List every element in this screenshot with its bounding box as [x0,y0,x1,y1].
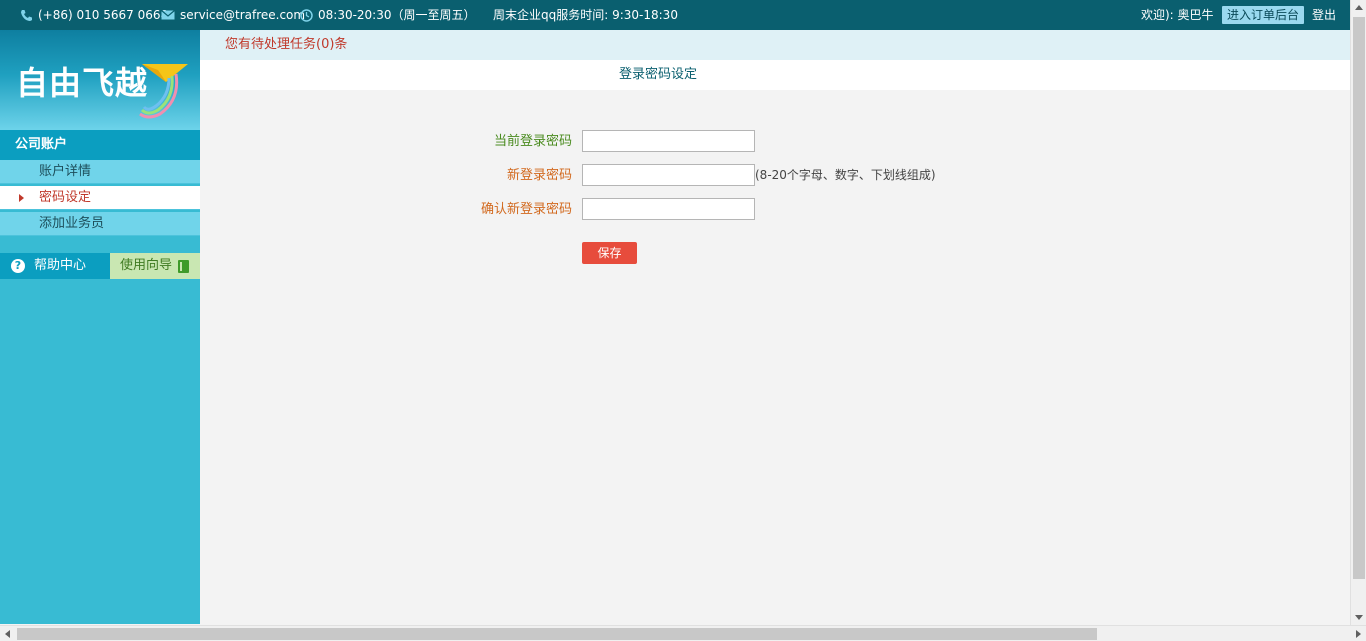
horizontal-scrollbar[interactable] [0,625,1366,641]
contact-email: service@trafree.com [161,0,305,30]
user-guide-link[interactable]: 使用向导 [110,253,200,279]
user-guide-label: 使用向导 [120,258,173,273]
pending-tasks-notice[interactable]: 您有待处理任务(0)条 [200,30,1350,60]
notice-text: 您有待处理任务(0)条 [225,37,348,52]
welcome-user: 欢迎): 奥巴牛 [1141,0,1214,30]
phone-icon [21,9,32,21]
logout-link[interactable]: 登出 [1312,0,1336,30]
kite-logo-icon [139,64,188,119]
logo-text: 自由飞越 [16,64,149,102]
sidebar-item-password-settings[interactable]: 密码设定 [0,186,200,210]
welcome-text: 欢迎): 奥巴牛 [1141,8,1214,22]
new-password-hint: (8-20个字母、数字、下划线组成) [755,168,936,182]
hours-text: 08:30-20:30（周一至周五） [318,8,476,22]
sidebar-item-label: 账户详情 [39,164,92,179]
weekend-text: 周末企业qq服务时间: 9:30-18:30 [493,8,678,22]
scroll-left-icon[interactable] [5,630,10,638]
horizontal-scroll-thumb[interactable] [17,628,1097,640]
sidebar-item-account-details[interactable]: 账户详情 [0,160,200,184]
question-icon: ? [11,259,25,273]
vertical-scroll-thumb[interactable] [1353,17,1365,579]
current-password-input[interactable] [582,130,755,152]
contact-phone: (+86) 010 5667 0668 [20,0,168,30]
sidebar-item-label: 密码设定 [39,190,92,205]
page-title-bar: 登录密码设定 [200,60,1350,90]
top-bar: (+86) 010 5667 0668 service@trafree.com … [0,0,1350,30]
mail-icon [161,10,175,20]
clock-icon [300,8,313,22]
active-arrow-icon [19,194,24,202]
help-center-label: 帮助中心 [34,258,87,273]
new-password-input[interactable] [582,164,755,186]
sidebar-item-label: 添加业务员 [39,216,105,231]
order-backend-button[interactable]: 进入订单后台 [1222,6,1305,24]
page-title: 登录密码设定 [619,67,698,82]
book-icon [178,260,189,273]
section-title-company-account: 公司账户 [0,130,200,160]
scroll-right-icon[interactable] [1356,630,1361,638]
service-hours: 08:30-20:30（周一至周五） [300,0,476,30]
help-arrow-shape [88,253,110,279]
vertical-scrollbar[interactable] [1350,0,1366,625]
current-password-label: 当前登录密码 [493,134,572,149]
phone-text: (+86) 010 5667 0668 [38,8,169,22]
logo[interactable]: 自由飞越 [0,30,200,130]
sidebar: 自由飞越 公司账户 账户详情 密码设定 添加业务员 使用向导 ? 帮助中心 [0,30,200,624]
email-text: service@trafree.com [180,8,306,22]
scroll-down-icon[interactable] [1355,615,1363,620]
weekend-hours: 周末企业qq服务时间: 9:30-18:30 [493,0,678,30]
sidebar-item-add-salesperson[interactable]: 添加业务员 [0,212,200,236]
confirm-password-input[interactable] [582,198,755,220]
help-bar: 使用向导 ? 帮助中心 [0,253,200,279]
confirm-password-label: 确认新登录密码 [480,202,572,217]
scroll-up-icon[interactable] [1355,5,1363,10]
save-button[interactable]: 保存 [582,242,637,264]
new-password-label: 新登录密码 [506,168,572,183]
